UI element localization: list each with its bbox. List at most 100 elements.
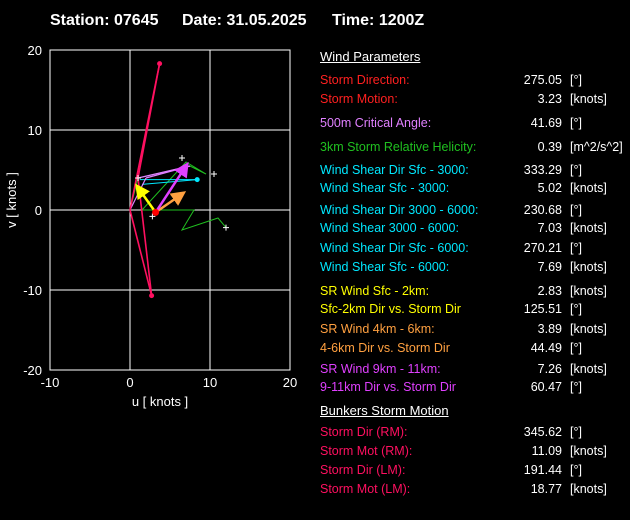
parameter-value: 2.83 [537, 284, 562, 298]
parameter-value: 7.69 [537, 260, 562, 274]
parameter-unit: [knots] [570, 284, 607, 298]
parameter-row: 9-11km Dir vs. Storm Dir 60.47 [°] [320, 380, 630, 396]
parameter-label: Sfc-2km Dir vs. Storm Dir [320, 302, 461, 316]
hodograph-chart: -10 0 10 2020100-10-20u [ knots ]v [ knots … [4, 43, 297, 409]
parameter-value: 18.77 [530, 482, 562, 496]
parameter-unit: [knots] [570, 181, 607, 195]
parameter-label: SR Wind Sfc - 2km: [320, 284, 430, 298]
parameter-label: Wind Shear Sfc - 6000: [320, 260, 450, 274]
bunkers-point [157, 61, 163, 67]
parameter-unit: [°] [570, 463, 582, 477]
parameter-label: Wind Shear Dir Sfc - 3000: [320, 163, 469, 177]
parameter-row: Wind Shear 3000 - 6000: 7.03 [knots] [320, 221, 630, 237]
parameter-row: 3km Storm Relative Helicity: 0.39 [m^2/s^2… [320, 140, 630, 156]
parameter-label: 500m Critical Angle: [320, 116, 432, 130]
parameter-value: 5.02 [537, 181, 562, 195]
parameter-value: 7.03 [537, 221, 562, 235]
y-tick-label: 10 [28, 123, 42, 138]
parameter-label: SR Wind 4km - 6km: [320, 322, 435, 336]
parameter-row: Storm Motion: 3.23 [knots] [320, 92, 630, 108]
parameter-unit: [°] [570, 203, 582, 217]
parameter-unit: [knots] [570, 444, 607, 458]
parameter-label: Wind Shear Dir 3000 - 6000: [320, 203, 479, 217]
y-tick-label: 0 [35, 203, 42, 218]
bunkers-title: Bunkers Storm Motion [320, 403, 449, 418]
parameter-value: 0.39 [537, 140, 562, 154]
parameter-unit: [knots] [570, 221, 607, 235]
parameter-label: 4-6km Dir vs. Storm Dir [320, 341, 450, 355]
bunkers-line [129, 209, 153, 296]
y-tick-label: -10 [23, 283, 42, 298]
x-tick-label: -10 [41, 375, 60, 390]
parameter-label: Storm Mot (LM): [320, 482, 411, 496]
wind-parameters-title: Wind Parameters [320, 49, 421, 64]
parameter-row: 500m Critical Angle: 41.69 [°] [320, 116, 630, 132]
parameter-value: 270.21 [523, 241, 562, 255]
y-axis-label: v [ knots ] [4, 172, 19, 228]
parameter-unit: [knots] [570, 362, 607, 376]
parameter-unit: [°] [570, 116, 582, 130]
parameter-label: 3km Storm Relative Helicity: [320, 140, 477, 154]
parameter-value: 230.68 [523, 203, 562, 217]
x-tick-label: 20 [283, 375, 297, 390]
parameter-label: Storm Direction: [320, 73, 410, 87]
parameter-row: SR Wind 4km - 6km: 3.89 [knots] [320, 322, 630, 338]
parameter-row: SR Wind 9km - 11km: 7.26 [knots] [320, 362, 630, 378]
parameter-label: 9-11km Dir vs. Storm Dir [320, 380, 456, 394]
parameter-unit: [knots] [570, 322, 607, 336]
bunkers-point [149, 293, 155, 299]
parameter-unit: [°] [570, 425, 582, 439]
parameter-value: 191.44 [523, 463, 562, 477]
parameter-unit: [°] [570, 73, 582, 87]
parameter-label: Wind Shear Sfc - 3000: [320, 181, 450, 195]
parameter-row: Storm Mot (LM): 18.77 [knots] [320, 482, 630, 498]
parameter-unit: [knots] [570, 92, 607, 106]
time-label: Time: 1200Z [332, 12, 425, 29]
parameter-unit: [knots] [570, 260, 607, 274]
parameter-value: 7.26 [537, 362, 562, 376]
parameter-row: Wind Shear Dir Sfc - 3000: 333.29 [°] [320, 163, 630, 179]
parameter-label: Wind Shear 3000 - 6000: [320, 221, 459, 235]
hodograph-marker [179, 155, 185, 161]
parameter-unit: [knots] [570, 482, 607, 496]
parameter-value: 60.47 [530, 380, 562, 394]
x-axis-label: u [ knots ] [132, 394, 188, 409]
x-tick-label: 10 [203, 375, 217, 390]
parameter-unit: [m^2/s^2] [570, 140, 623, 154]
parameter-label: Storm Mot (RM): [320, 444, 413, 458]
parameter-value: 41.69 [530, 116, 562, 130]
parameter-unit: [°] [570, 241, 582, 255]
parameter-value: 3.23 [537, 92, 562, 106]
shear-endpoint [194, 177, 200, 183]
parameter-unit: [°] [570, 163, 582, 177]
parameter-row: Storm Direction: 275.05 [°] [320, 73, 630, 89]
hodograph-marker [211, 171, 217, 177]
parameter-row: Wind Shear Dir 3000 - 6000: 230.68 [°] [320, 203, 630, 219]
parameter-label: Wind Shear Dir Sfc - 6000: [320, 241, 469, 255]
parameter-value: 345.62 [523, 425, 562, 439]
parameter-label: Storm Dir (RM): [320, 425, 408, 439]
parameter-label: Storm Dir (LM): [320, 463, 406, 477]
parameter-label: SR Wind 9km - 11km: [320, 362, 441, 376]
parameter-value: 44.49 [530, 341, 562, 355]
parameter-value: 125.51 [523, 302, 562, 316]
parameter-row: Wind Shear Dir Sfc - 6000: 270.21 [°] [320, 241, 630, 257]
parameter-value: 11.09 [531, 444, 562, 458]
parameter-row: Wind Shear Sfc - 3000: 5.02 [knots] [320, 181, 630, 197]
y-tick-label: 20 [28, 43, 42, 58]
parameter-unit: [°] [570, 302, 582, 316]
parameter-value: 275.05 [523, 73, 562, 87]
storm-motion-point [152, 208, 160, 216]
parameter-row: Sfc-2km Dir vs. Storm Dir 125.51 [°] [320, 302, 630, 318]
parameter-row: Storm Dir (LM): 191.44 [°] [320, 463, 630, 479]
parameter-unit: [°] [570, 380, 582, 394]
parameter-row: Storm Dir (RM): 345.62 [°] [320, 425, 630, 441]
y-tick-label: -20 [23, 363, 42, 378]
parameter-row: Wind Shear Sfc - 6000: 7.69 [knots] [320, 260, 630, 276]
bunkers-line [137, 63, 161, 179]
parameter-value: 3.89 [537, 322, 562, 336]
parameter-row: Storm Mot (RM): 11.09 [knots] [320, 444, 630, 460]
parameter-row: 4-6km Dir vs. Storm Dir 44.49 [°] [320, 341, 630, 357]
parameter-value: 333.29 [523, 163, 562, 177]
parameter-unit: [°] [570, 341, 582, 355]
